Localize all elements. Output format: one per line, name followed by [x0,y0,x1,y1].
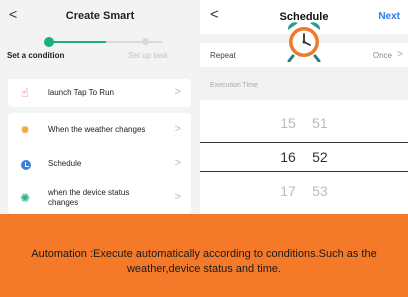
step-active-dot [44,37,54,47]
tap-hand-icon: ☝ [21,86,29,100]
chevron-right-icon: > [174,157,181,169]
list-item-label: Schedule [48,159,82,168]
list-item-label: When the weather changes [48,125,146,134]
hour-value: 15 [280,115,296,131]
tap-to-run-card: ☝ launch Tap To Run > [8,79,191,107]
step-inactive-dot [142,38,149,45]
list-item-schedule[interactable]: Schedule > [8,152,191,176]
repeat-label: Repeat [210,51,236,60]
list-item-tap-to-run[interactable]: ☝ launch Tap To Run > [8,81,191,105]
create-smart-panel: < Create Smart Set a condition Set up ta… [0,0,200,214]
next-button[interactable]: Next [378,11,400,22]
left-header: < Create Smart [0,0,200,32]
minute-value: 53 [312,183,328,199]
step-progress-line [48,41,106,43]
list-item-label: when the device status changes [48,188,130,207]
minute-value: 51 [312,115,328,131]
hour-value: 16 [280,149,296,165]
picker-row[interactable]: 17 53 [200,183,408,199]
alarm-clock-icon [287,22,321,62]
repeat-value: Once [372,51,392,60]
minute-value: 52 [312,149,328,165]
automation-banner: Automation :Execute automatically accord… [0,214,408,297]
chevron-right-icon: > [174,86,181,98]
banner-text: Automation :Execute automatically accord… [31,248,377,275]
page-title: Create Smart [65,10,135,22]
sun-icon: ✹ [19,123,31,137]
condition-card: ✹ When the weather changes > Schedule > … [8,113,191,214]
picker-selection-line [200,171,408,172]
step-set-condition: Set a condition [7,51,65,60]
picker-selection-line [200,142,408,143]
picker-row[interactable]: 15 51 [200,115,408,131]
chevron-right-icon: > [174,123,181,135]
list-item-label: launch Tap To Run [48,88,114,97]
step-remaining-line [106,41,162,43]
picker-row-selected[interactable]: 16 52 [200,149,408,165]
execution-time-label: Execution Time [210,82,258,89]
chevron-right-icon: > [397,49,403,60]
time-picker[interactable]: 15 51 16 52 17 53 [200,100,408,214]
step-set-up-task: Set up task [128,51,169,60]
list-item-device-status[interactable]: ✺ when the device status changes > [8,186,191,210]
step-indicator: Set a condition Set up task [0,32,200,72]
device-icon: ✺ [19,191,31,205]
chevron-right-icon: > [174,191,181,203]
clock-icon [21,160,31,170]
hour-value: 17 [280,183,296,199]
list-item-weather[interactable]: ✹ When the weather changes > [8,118,191,142]
